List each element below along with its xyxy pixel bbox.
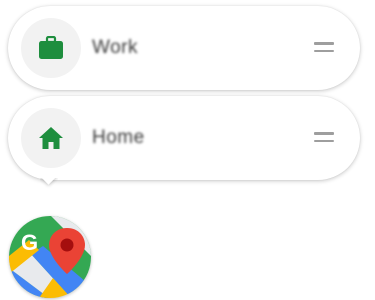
home-icon-badge — [21, 108, 81, 168]
maps-g-letter: G — [21, 230, 38, 255]
shortcut-home[interactable]: Home — [8, 96, 360, 180]
drag-handle-icon[interactable] — [314, 42, 334, 54]
maps-logo-icon: G — [9, 216, 91, 298]
popup-pointer — [40, 178, 58, 196]
google-maps-app-icon[interactable]: G — [9, 216, 91, 298]
shortcut-label: Work — [92, 37, 138, 58]
briefcase-icon — [39, 36, 63, 59]
shortcut-label: Home — [92, 127, 145, 148]
home-icon — [39, 127, 63, 149]
shortcut-work[interactable]: Work — [8, 6, 360, 90]
drag-handle-icon[interactable] — [314, 132, 334, 144]
shortcut-list: Work Home — [8, 6, 360, 186]
work-icon-badge — [21, 18, 81, 78]
maps-shortcuts-popup: Work Home G — [0, 0, 375, 300]
